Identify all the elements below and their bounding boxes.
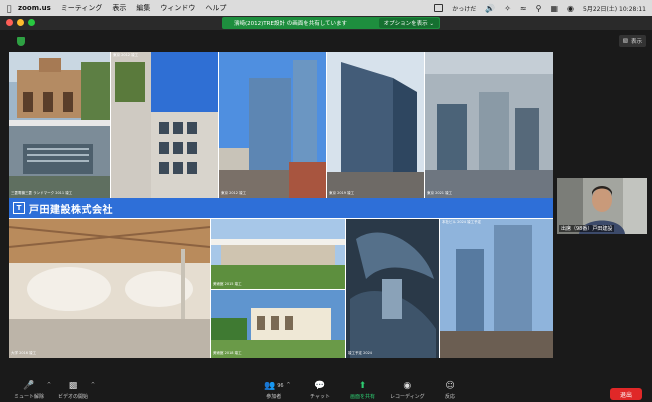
- leave-meeting-button[interactable]: 退出: [610, 388, 642, 400]
- security-shield-icon[interactable]: [17, 37, 25, 46]
- participants-options-caret-icon[interactable]: ^: [286, 382, 290, 388]
- unmute-label: ミュート解除: [14, 394, 45, 400]
- wifi-icon[interactable]: ≈: [520, 4, 527, 13]
- screen-share-banner: 濱﨑(2012)TRE設計 の画面を共有しています オプションを表示 ⌄: [222, 17, 440, 29]
- glass-tower-image: [219, 52, 326, 198]
- menu-help[interactable]: ヘルプ: [205, 3, 226, 13]
- unmute-button[interactable]: 🎤 ミュート解除 ^: [14, 380, 51, 400]
- search-icon[interactable]: ⚲: [536, 4, 542, 13]
- historic-building-image: [9, 52, 110, 198]
- control-center-icon[interactable]: ▦: [550, 4, 558, 13]
- chat-label: チャット: [310, 394, 330, 400]
- museum-image: [211, 219, 345, 289]
- photo-caption: 東京 2019 竣工: [329, 191, 355, 195]
- share-banner-text: 濱﨑(2012)TRE設計 の画面を共有しています: [234, 21, 348, 27]
- start-video-label: ビデオの開始: [58, 394, 89, 400]
- participants-label: 参加者: [266, 394, 282, 400]
- photo-caption: 大学 2016 竣工: [11, 351, 37, 355]
- menu-app-zoom[interactable]: zoom.us: [18, 4, 51, 12]
- menu-window[interactable]: ウィンドウ: [160, 3, 195, 13]
- company-banner: T 戸田建設株式会社: [9, 198, 553, 218]
- photo-caption: 東京 2012 竣工: [113, 53, 139, 57]
- company-logo-icon: T: [13, 202, 25, 214]
- photo-caption: 東京 2021 竣工: [427, 191, 453, 195]
- reactions-icon: ☺: [445, 381, 455, 391]
- view-options-dropdown[interactable]: オプションを表示 ⌄: [378, 18, 439, 28]
- museum-image: [211, 290, 345, 358]
- view-grid-icon: ▧: [622, 38, 628, 44]
- skyscraper-rendering-image: [440, 219, 553, 358]
- participants-button[interactable]: 👥 96 参加者 ^: [264, 380, 291, 400]
- menu-clock[interactable]: 5月22日(土) 10:28:11: [583, 4, 646, 13]
- participant-video-tile[interactable]: 出席（98番）戸田建設: [557, 178, 647, 234]
- photo-library-interior: 大学 2016 竣工: [9, 219, 210, 358]
- tray-label: かっけだ: [452, 5, 477, 13]
- photo-caption: 三菱電機三菱 ランドマーク 2011 竣工: [11, 191, 73, 195]
- bluetooth-icon[interactable]: ✧: [504, 4, 511, 13]
- camera-off-icon: ▩: [68, 381, 78, 391]
- photo-city-aerial: 東京 2021 竣工: [425, 52, 553, 198]
- photo-sculptural-structure: 竣工予定 2024: [346, 219, 439, 358]
- reactions-label: 反応: [445, 394, 456, 400]
- participants-icon: 👥: [264, 381, 276, 391]
- photo-museum-2: 美術館 2018 竣工: [211, 290, 345, 358]
- microphone-muted-icon: 🎤: [23, 381, 35, 391]
- record-icon: ◉: [403, 381, 412, 391]
- record-button[interactable]: ◉ レコーディング: [390, 380, 425, 400]
- window-controls: [6, 19, 35, 26]
- volume-icon[interactable]: 🔊: [485, 4, 495, 13]
- city-aerial-image: [425, 52, 553, 198]
- photo-historic-building: 三菱電機三菱 ランドマーク 2011 竣工: [9, 52, 110, 198]
- photo-caption: 竣工予定 2024: [348, 351, 373, 355]
- company-name: 戸田建設株式会社: [29, 204, 113, 216]
- menu-tray: かっけだ 🔊 ✧ ≈ ⚲ ▦ ◉ 5月22日(土) 10:28:11: [434, 0, 646, 16]
- share-screen-label: 画面を共有: [350, 394, 376, 400]
- share-screen-button[interactable]: ⬆ 画面を共有: [350, 380, 375, 400]
- menu-meeting[interactable]: ミーティング: [61, 3, 103, 13]
- video-options-caret-icon[interactable]: ^: [91, 382, 95, 388]
- minimize-window-button[interactable]: [17, 19, 24, 26]
- zoom-title-bar: 濱﨑(2012)TRE設計 の画面を共有しています オプションを表示 ⌄: [0, 16, 652, 30]
- share-screen-icon: ⬆: [358, 381, 367, 391]
- photo-glass-tower-2: 東京 2019 竣工: [327, 52, 424, 198]
- photo-caption: 東京 2012 竣工: [221, 191, 247, 195]
- shared-screen-slide: 三菱電機三菱 ランドマーク 2011 竣工 東京 2012 竣工 東京 2012…: [9, 52, 553, 358]
- chat-button[interactable]: 💬 チャット: [310, 380, 330, 400]
- close-window-button[interactable]: [6, 19, 13, 26]
- photo-caption: 美術館 2018 竣工: [213, 351, 242, 355]
- meeting-toolbar: 🎤 ミュート解除 ^ ▩ ビデオの開始 ^ 👥 96 参加者 ^ 💬 チャット …: [0, 378, 652, 402]
- library-interior-image: [9, 219, 210, 358]
- participant-name: 出席（98番）戸田建設: [559, 225, 615, 232]
- audio-options-caret-icon[interactable]: ^: [47, 382, 51, 388]
- fullscreen-window-button[interactable]: [28, 19, 35, 26]
- sculptural-structure-image: [346, 219, 439, 358]
- siri-icon[interactable]: ◉: [567, 4, 574, 13]
- macos-menu-bar:  zoom.us ミーティング 表示 編集 ウィンドウ ヘルプ かっけだ 🔊 …: [0, 0, 652, 16]
- menu-edit[interactable]: 編集: [136, 3, 150, 13]
- app-tray-icon[interactable]: [434, 4, 444, 12]
- start-video-button[interactable]: ▩ ビデオの開始 ^: [58, 380, 95, 400]
- reactions-button[interactable]: ☺ 反応: [445, 380, 455, 400]
- photo-caption: 美術館 2015 竣工: [213, 282, 242, 286]
- photo-skyscraper-rendering: 本社ビル 2024 竣工予定: [440, 219, 553, 358]
- record-label: レコーディング: [390, 394, 425, 400]
- glass-tower-image: [327, 52, 424, 198]
- photo-glass-tower-1: 東京 2012 竣工: [219, 52, 326, 198]
- photo-concrete-facade: 東京 2012 竣工: [111, 52, 218, 198]
- view-button[interactable]: ▧ 表示: [618, 35, 646, 47]
- menu-view[interactable]: 表示: [112, 3, 126, 13]
- participants-icon-row: 👥 96: [264, 380, 284, 392]
- participant-count: 96: [277, 383, 284, 389]
- concrete-facade-image: [111, 52, 218, 198]
- chat-icon: 💬: [314, 381, 326, 391]
- view-button-label: 表示: [630, 39, 642, 45]
- apple-icon[interactable]: : [0, 4, 18, 13]
- photo-museum-1: 美術館 2015 竣工: [211, 219, 345, 289]
- photo-caption: 本社ビル 2024 竣工予定: [442, 220, 482, 224]
